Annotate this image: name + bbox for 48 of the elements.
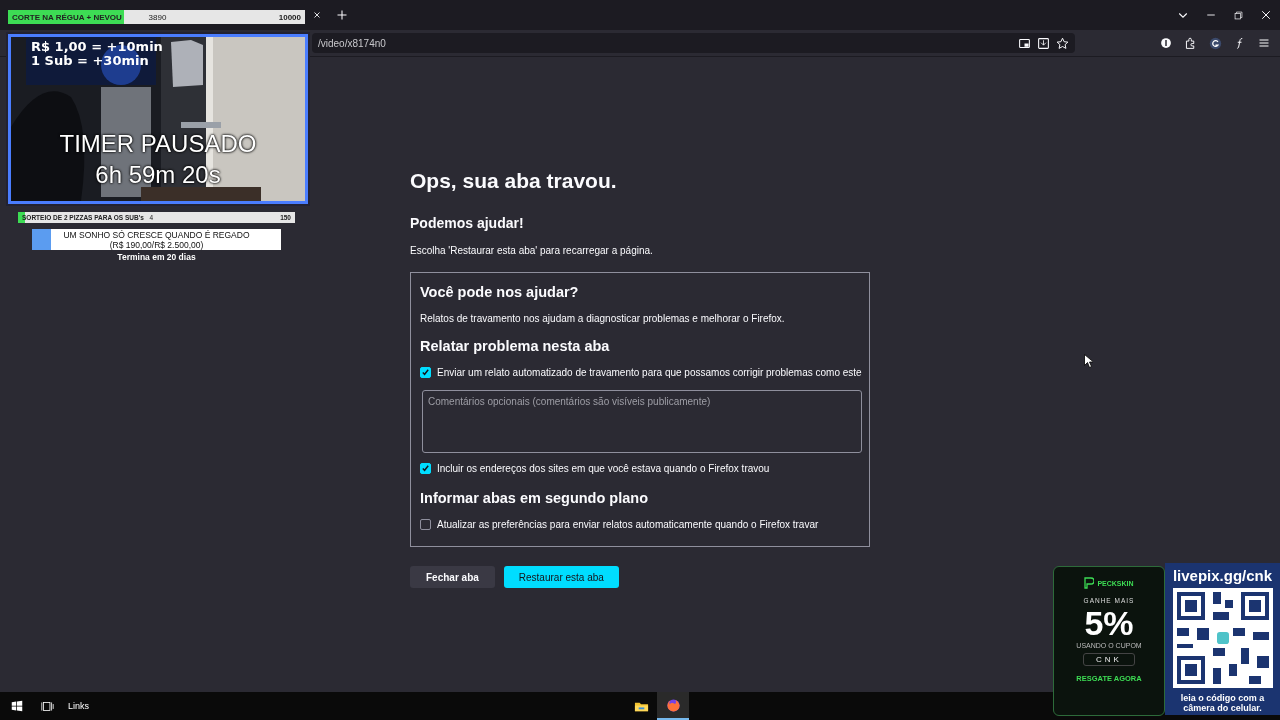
goal-title: UM SONHO SÓ CRESCE QUANDO É REGADO	[63, 230, 250, 240]
close-tab-icon[interactable]	[312, 10, 322, 20]
checkbox-label: Enviar um relato automatizado de travamento para que possamos corrigir problemas como este	[437, 367, 862, 378]
menu-icon[interactable]	[1258, 37, 1270, 49]
close-tab-button[interactable]: Fechar aba	[410, 566, 495, 588]
new-tab-icon[interactable]	[336, 9, 348, 21]
puzzle-icon[interactable]	[1184, 36, 1197, 50]
firefox-icon	[665, 697, 681, 713]
section-heading: Informar abas em segundo plano	[420, 490, 649, 506]
restore-icon[interactable]	[1233, 9, 1244, 21]
brand-logo-icon	[1084, 577, 1095, 589]
panel-heading: Você pode nos ajudar?	[420, 284, 580, 300]
pix-url: livepix.gg/cnk	[1172, 567, 1273, 584]
section-heading: Relatar problema nesta aba	[420, 338, 611, 354]
cursor-icon	[1084, 354, 1093, 368]
page-title: Ops, sua aba travou.	[410, 169, 618, 193]
ad-value: 5%	[1084, 604, 1134, 642]
rate-text: R$ 1,00 = +10min	[31, 40, 163, 54]
checkbox-label: Atualizar as preferências para enviar relatos automaticamente quando o Firefox travar	[437, 519, 819, 530]
instruction-text: Escolha 'Restaurar esta aba' para recarregar a página.	[410, 245, 654, 256]
timer-label: TIMER PAUSADO	[58, 130, 258, 158]
bar-label: CORTE NA RÉGUA + NEVOU	[12, 12, 123, 22]
bar-value: 3890	[148, 12, 168, 22]
panel-description: Relatos de travamento nos ajudam a diagnosticar problemas e melhorar o Firefox.	[420, 313, 786, 324]
picture-in-picture-icon[interactable]	[1018, 36, 1031, 50]
restore-button[interactable]: Restaurar esta aba	[503, 566, 619, 588]
address-bar[interactable]: /video/x8174n0	[312, 33, 1075, 53]
comment-field[interactable]: Comentários opcionais (comentários são visíveis publicamente)	[422, 390, 862, 453]
bar-target: 10000	[278, 12, 301, 22]
star-icon[interactable]	[1056, 36, 1069, 50]
pix-caption: leia o código com a câmera do celular.	[1179, 693, 1266, 713]
qr-code-icon	[1172, 588, 1273, 688]
toolbar-label[interactable]: Links	[68, 701, 89, 711]
coupon-code: CNK	[1083, 653, 1135, 666]
extension-circle-icon[interactable]	[1160, 37, 1172, 49]
save-icon[interactable]	[1037, 36, 1050, 50]
checkbox[interactable]	[420, 463, 431, 474]
goal-amount: (R$ 190,00/R$ 2.500,00)	[109, 240, 204, 250]
rate-text: 1 Sub = +30min	[31, 54, 150, 68]
windows-start-icon[interactable]	[11, 700, 23, 712]
checkbox[interactable]	[420, 519, 431, 530]
goal-deadline: Termina em 20 dias	[116, 252, 197, 262]
firefox-taskbar-button[interactable]	[657, 692, 689, 720]
checkbox-label: Incluir os endereços dos sites em que você estava quando o Firefox travou	[437, 463, 770, 474]
task-view-icon[interactable]	[40, 699, 54, 713]
close-icon[interactable]	[1260, 9, 1272, 21]
checkbox[interactable]	[420, 367, 431, 378]
subtitle: Podemos ajudar!	[410, 215, 525, 231]
